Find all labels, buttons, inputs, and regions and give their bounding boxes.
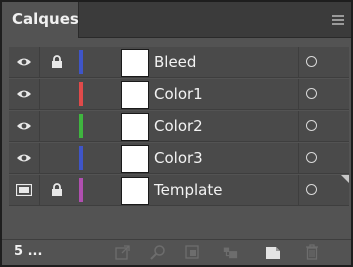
layer-name[interactable]: Bleed bbox=[154, 47, 196, 77]
clipping-mask-icon[interactable] bbox=[184, 244, 200, 260]
new-layer-icon[interactable] bbox=[265, 244, 281, 260]
divider bbox=[298, 47, 299, 77]
locate-object-icon[interactable] bbox=[150, 244, 166, 260]
lock-toggle[interactable] bbox=[40, 47, 73, 77]
layer-name[interactable]: Template bbox=[154, 175, 222, 205]
panel-tabbar: Calques bbox=[2, 2, 351, 38]
layer-row[interactable]: Color3 bbox=[9, 143, 349, 174]
tab-calques[interactable]: Calques bbox=[2, 2, 79, 38]
lock-toggle[interactable] bbox=[40, 111, 73, 141]
layer-row[interactable]: Color2 bbox=[9, 111, 349, 142]
target-circle-icon[interactable] bbox=[306, 152, 317, 163]
layer-thumbnail bbox=[121, 81, 149, 109]
panel-menu-icon[interactable] bbox=[332, 15, 344, 25]
layer-name[interactable]: Color1 bbox=[154, 79, 203, 109]
layer-thumbnail bbox=[121, 177, 149, 205]
layer-thumbnail bbox=[121, 113, 149, 141]
panel-footer: 5 ... bbox=[2, 239, 351, 265]
export-icon[interactable] bbox=[115, 244, 131, 260]
lock-toggle[interactable] bbox=[40, 143, 73, 173]
lock-icon bbox=[51, 55, 62, 68]
eye-icon bbox=[17, 122, 31, 130]
eye-icon bbox=[17, 58, 31, 66]
layer-count: 5 ... bbox=[14, 244, 43, 259]
visibility-toggle[interactable] bbox=[9, 47, 40, 77]
layer-color-bar bbox=[79, 146, 83, 170]
delete-icon[interactable] bbox=[304, 244, 320, 260]
visibility-toggle[interactable] bbox=[9, 175, 40, 205]
layer-thumbnail bbox=[121, 145, 149, 173]
layer-color-bar bbox=[79, 50, 83, 74]
layer-color-bar bbox=[79, 178, 83, 202]
target-circle-icon[interactable] bbox=[306, 184, 317, 195]
template-icon bbox=[16, 184, 32, 196]
lock-toggle[interactable] bbox=[40, 79, 73, 109]
layer-row[interactable]: Template bbox=[9, 175, 349, 206]
layer-row[interactable]: Color1 bbox=[9, 79, 349, 110]
eye-icon bbox=[17, 154, 31, 162]
target-circle-icon[interactable] bbox=[306, 120, 317, 131]
layers-list: Bleed Color1 Color2 Color3 Template bbox=[9, 47, 349, 207]
layer-row[interactable]: Bleed bbox=[9, 47, 349, 78]
visibility-toggle[interactable] bbox=[9, 143, 40, 173]
target-circle-icon[interactable] bbox=[306, 88, 317, 99]
layer-color-bar bbox=[79, 82, 83, 106]
selection-corner-icon bbox=[341, 175, 349, 183]
target-circle-icon[interactable] bbox=[306, 56, 317, 67]
lock-toggle[interactable] bbox=[40, 175, 73, 205]
layer-thumbnail bbox=[121, 49, 149, 77]
divider bbox=[298, 111, 299, 141]
layers-panel: Calques Bleed Color1 Color2 Color3 Templ… bbox=[0, 0, 353, 267]
layer-name[interactable]: Color2 bbox=[154, 111, 203, 141]
visibility-toggle[interactable] bbox=[9, 79, 40, 109]
eye-icon bbox=[17, 90, 31, 98]
divider bbox=[298, 79, 299, 109]
new-sublayer-icon[interactable] bbox=[222, 244, 238, 260]
divider bbox=[298, 175, 299, 205]
layer-color-bar bbox=[79, 114, 83, 138]
visibility-toggle[interactable] bbox=[9, 111, 40, 141]
layer-name[interactable]: Color3 bbox=[154, 143, 203, 173]
divider bbox=[298, 143, 299, 173]
lock-icon bbox=[51, 183, 62, 196]
